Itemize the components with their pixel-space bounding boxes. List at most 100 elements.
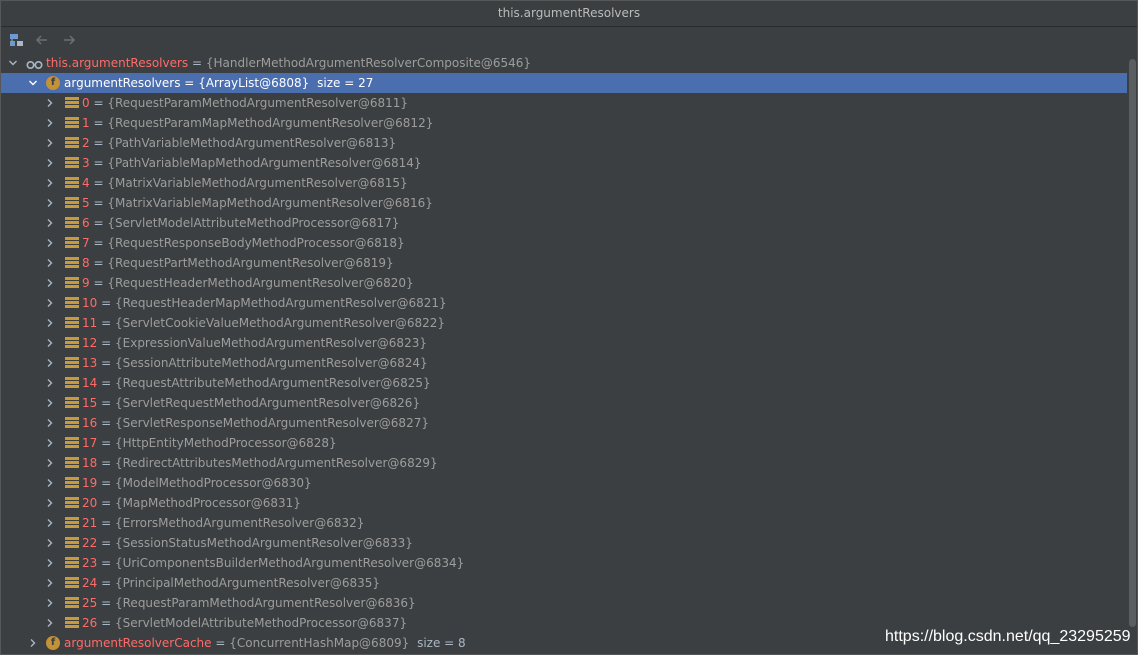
cache-field-value: {ConcurrentHashMap@6809} <box>229 636 410 650</box>
item-index: 23 <box>82 556 98 570</box>
field-size: size = 27 <box>317 76 374 90</box>
back-arrow-icon[interactable] <box>32 31 52 49</box>
tree-row-item[interactable]: 21 = {ErrorsMethodArgumentResolver@6832} <box>1 513 1127 533</box>
array-element-icon <box>65 216 79 230</box>
cache-field-size: size = 8 <box>417 636 466 650</box>
tree-row-item[interactable]: 12 = {ExpressionValueMethodArgumentResol… <box>1 333 1127 353</box>
tree-row-item[interactable]: 10 = {RequestHeaderMapMethodArgumentReso… <box>1 293 1127 313</box>
item-index: 22 <box>82 536 98 550</box>
item-equals: = <box>101 616 112 630</box>
item-index: 7 <box>82 236 90 250</box>
item-index: 3 <box>82 156 90 170</box>
array-element-icon <box>65 156 79 170</box>
chevron-right-icon[interactable] <box>44 273 56 293</box>
tree-row-item[interactable]: 2 = {PathVariableMethodArgumentResolver@… <box>1 133 1127 153</box>
chevron-right-icon[interactable] <box>44 593 56 613</box>
array-element-icon <box>65 276 79 290</box>
tree-row-item[interactable]: 6 = {ServletModelAttributeMethodProcesso… <box>1 213 1127 233</box>
item-value: {ServletModelAttributeMethodProcessor@68… <box>115 616 408 630</box>
item-equals: = <box>101 376 112 390</box>
tree-row-item[interactable]: 0 = {RequestParamMethodArgumentResolver@… <box>1 93 1127 113</box>
item-equals: = <box>93 176 104 190</box>
chevron-right-icon[interactable] <box>44 393 56 413</box>
watermark-text: https://blog.csdn.net/qq_23295259 <box>885 628 1131 645</box>
item-value: {RequestPartMethodArgumentResolver@6819} <box>107 256 394 270</box>
tree-row-item[interactable]: 9 = {RequestHeaderMethodArgumentResolver… <box>1 273 1127 293</box>
chevron-right-icon[interactable] <box>44 353 56 373</box>
array-element-icon <box>65 236 79 250</box>
chevron-right-icon[interactable] <box>44 333 56 353</box>
tree-row-item[interactable]: 19 = {ModelMethodProcessor@6830} <box>1 473 1127 493</box>
tree-row-item[interactable]: 15 = {ServletRequestMethodArgumentResolv… <box>1 393 1127 413</box>
item-value: {ModelMethodProcessor@6830} <box>115 476 312 490</box>
chevron-right-icon[interactable] <box>44 573 56 593</box>
root-equals: = <box>192 56 203 70</box>
chevron-right-icon[interactable] <box>44 533 56 553</box>
chevron-right-icon[interactable] <box>44 473 56 493</box>
chevron-right-icon[interactable] <box>44 173 56 193</box>
item-index: 9 <box>82 276 90 290</box>
chevron-right-icon[interactable] <box>44 133 56 153</box>
array-element-icon <box>65 576 79 590</box>
tree-row-item[interactable]: 20 = {MapMethodProcessor@6831} <box>1 493 1127 513</box>
chevron-right-icon[interactable] <box>44 453 56 473</box>
tree-row-item[interactable]: 4 = {MatrixVariableMethodArgumentResolve… <box>1 173 1127 193</box>
chevron-right-icon[interactable] <box>44 213 56 233</box>
chevron-right-icon[interactable] <box>44 313 56 333</box>
item-equals: = <box>101 496 112 510</box>
tree-row-item[interactable]: 17 = {HttpEntityMethodProcessor@6828} <box>1 433 1127 453</box>
tree-row-item[interactable]: 13 = {SessionAttributeMethodArgumentReso… <box>1 353 1127 373</box>
tree-row-item[interactable]: 14 = {RequestAttributeMethodArgumentReso… <box>1 373 1127 393</box>
chevron-right-icon[interactable] <box>44 233 56 253</box>
item-equals: = <box>93 136 104 150</box>
chevron-right-icon[interactable] <box>44 513 56 533</box>
tree-row-item[interactable]: 3 = {PathVariableMapMethodArgumentResolv… <box>1 153 1127 173</box>
tree-row-item[interactable]: 16 = {ServletResponseMethodArgumentResol… <box>1 413 1127 433</box>
chevron-right-icon[interactable] <box>44 113 56 133</box>
array-element-icon <box>65 616 79 630</box>
tree-row-item[interactable]: 23 = {UriComponentsBuilderMethodArgument… <box>1 553 1127 573</box>
tree-row-item[interactable]: 24 = {PrincipalMethodArgumentResolver@68… <box>1 573 1127 593</box>
tree-row-item[interactable]: 22 = {SessionStatusMethodArgumentResolve… <box>1 533 1127 553</box>
item-value: {RequestParamMethodArgumentResolver@6836… <box>115 596 416 610</box>
chevron-right-icon[interactable] <box>44 153 56 173</box>
item-value: {SessionAttributeMethodArgumentResolver@… <box>115 356 428 370</box>
chevron-right-icon[interactable] <box>44 253 56 273</box>
tree-row-item[interactable]: 1 = {RequestParamMapMethodArgumentResolv… <box>1 113 1127 133</box>
tree-row-root[interactable]: this.argumentResolvers = {HandlerMethodA… <box>1 53 1127 73</box>
chevron-right-icon[interactable] <box>44 613 56 633</box>
chevron-down-icon[interactable] <box>27 73 39 93</box>
tree-row-item[interactable]: 5 = {MatrixVariableMapMethodArgumentReso… <box>1 193 1127 213</box>
chevron-down-icon[interactable] <box>7 53 19 73</box>
chevron-right-icon[interactable] <box>27 633 39 653</box>
vertical-scrollbar[interactable] <box>1127 53 1137 654</box>
chevron-right-icon[interactable] <box>44 433 56 453</box>
array-element-icon <box>65 396 79 410</box>
chevron-right-icon[interactable] <box>44 373 56 393</box>
item-equals: = <box>101 416 112 430</box>
item-index: 2 <box>82 136 90 150</box>
chevron-right-icon[interactable] <box>44 193 56 213</box>
chevron-right-icon[interactable] <box>44 413 56 433</box>
item-value: {PathVariableMethodArgumentResolver@6813… <box>107 136 397 150</box>
array-element-icon <box>65 296 79 310</box>
chevron-right-icon[interactable] <box>44 293 56 313</box>
forward-arrow-icon[interactable] <box>59 31 79 49</box>
item-index: 20 <box>82 496 98 510</box>
tree-row-item[interactable]: 7 = {RequestResponseBodyMethodProcessor@… <box>1 233 1127 253</box>
tree-row-item[interactable]: 18 = {RedirectAttributesMethodArgumentRe… <box>1 453 1127 473</box>
object-view-icon[interactable] <box>7 31 27 49</box>
tree-row-item[interactable]: 25 = {RequestParamMethodArgumentResolver… <box>1 593 1127 613</box>
tree-row-argument-resolvers[interactable]: f argumentResolvers = {ArrayList@6808} s… <box>1 73 1127 93</box>
array-element-icon <box>65 416 79 430</box>
chevron-right-icon[interactable] <box>44 553 56 573</box>
tree-row-item[interactable]: 11 = {ServletCookieValueMethodArgumentRe… <box>1 313 1127 333</box>
array-element-icon <box>65 596 79 610</box>
scrollbar-thumb[interactable] <box>1129 59 1136 627</box>
item-value: {MapMethodProcessor@6831} <box>115 496 301 510</box>
chevron-right-icon[interactable] <box>44 493 56 513</box>
item-value: {SessionStatusMethodArgumentResolver@683… <box>115 536 413 550</box>
chevron-right-icon[interactable] <box>44 93 56 113</box>
tree-row-item[interactable]: 8 = {RequestPartMethodArgumentResolver@6… <box>1 253 1127 273</box>
item-value: {RequestAttributeMethodArgumentResolver@… <box>115 376 431 390</box>
